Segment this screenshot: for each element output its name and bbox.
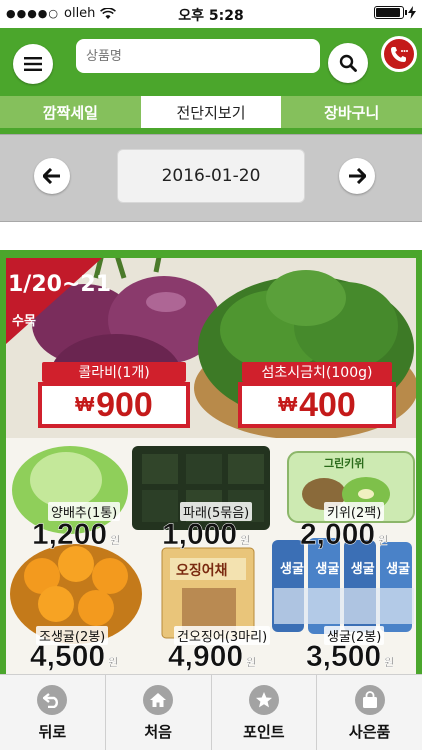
tab-flash-sale[interactable]: 깜짝세일 (0, 96, 141, 128)
oyster-label-2: 생굴 (315, 562, 340, 577)
call-button[interactable] (381, 36, 417, 72)
search-icon (339, 54, 357, 72)
product-price: 1,200 원 (32, 518, 121, 552)
phone-icon (391, 47, 408, 62)
nav-icon-circle (248, 685, 279, 715)
product-price: 3,500 원 (306, 640, 395, 674)
date-navigator: 2016-01-20 (0, 134, 422, 222)
product-price: 4,900 원 (168, 640, 257, 674)
arrow-left-icon (43, 168, 60, 184)
oyster-label-4: 생굴 (386, 562, 410, 577)
price-unit: 원 (384, 657, 395, 670)
next-date-button[interactable] (339, 158, 375, 194)
product-price: 2,000 원 (300, 518, 389, 552)
home-icon (150, 693, 167, 707)
battery-icon (374, 6, 407, 19)
tab-cart[interactable]: 장바구니 (281, 96, 422, 128)
tab-flyer[interactable]: 전단지보기 (140, 96, 282, 128)
price-value: 2,000 (300, 518, 376, 552)
status-bar: ●●●●○ olleh 오후 5:28 (0, 0, 422, 28)
nav-home-button[interactable]: 처음 (106, 675, 212, 750)
promo-date-range: 1/20~21 (8, 272, 112, 297)
price-unit: 원 (378, 535, 389, 548)
price-value: 3,500 (306, 640, 382, 674)
app-header (0, 28, 422, 92)
price-value: 1,200 (32, 518, 108, 552)
app-screen: ●●●●○ olleh 오후 5:28 상품명 깜짝세일 전단지보기 장바구니 … (0, 0, 422, 750)
kiwi-box-label: 그린키위 (324, 457, 365, 470)
price-value: 4,900 (168, 640, 244, 674)
won-sign: ₩ (75, 393, 95, 416)
battery-area (374, 6, 416, 19)
tab-bar: 깜짝세일 전단지보기 장바구니 (0, 92, 422, 134)
nav-icon-circle (37, 685, 68, 715)
nav-gift-button[interactable]: 사은품 (317, 675, 422, 750)
oyster-label-3: 생굴 (350, 562, 375, 577)
featured-item-name: 콜라비(1개) (42, 362, 186, 382)
clock: 오후 5:28 (178, 8, 244, 24)
menu-icon (24, 57, 42, 71)
flyer-image[interactable]: 1/20~21 수목 콜라비(1개) ₩ 900 섬초시금치(100g) ₩ 4… (0, 250, 422, 674)
star-icon (255, 692, 272, 708)
oyster-pack-label: 생굴 생굴 생굴 생굴 (280, 558, 410, 577)
search-button[interactable] (328, 43, 368, 83)
nav-back-button[interactable]: 뒤로 (0, 675, 106, 750)
bottom-nav: 뒤로 처음 포인트 사은품 (0, 674, 422, 750)
featured-item-name: 섬초시금치(100g) (242, 362, 392, 382)
nav-label: 포인트 (243, 723, 285, 741)
prev-date-button[interactable] (34, 158, 70, 194)
arrow-right-icon (349, 168, 366, 184)
won-sign: ₩ (278, 393, 298, 416)
nav-label: 사은품 (348, 723, 391, 741)
featured-item-price: ₩ 900 (38, 382, 190, 428)
featured-price-value: 900 (96, 385, 153, 424)
nav-icon-circle (143, 685, 174, 715)
shopping-bag-icon (362, 691, 377, 708)
menu-button[interactable] (13, 44, 53, 84)
nav-points-button[interactable]: 포인트 (212, 675, 318, 750)
charging-icon (408, 6, 416, 19)
nav-label: 처음 (144, 723, 172, 741)
price-unit: 원 (240, 535, 251, 548)
product-price: 4,500 원 (30, 640, 119, 674)
price-unit: 원 (246, 657, 257, 670)
price-unit: 원 (108, 657, 119, 670)
promo-days: 수목 (12, 314, 36, 329)
back-arrow-icon (43, 693, 59, 708)
nav-label: 뒤로 (38, 723, 67, 741)
flyer-content: 1/20~21 수목 콜라비(1개) ₩ 900 섬초시금치(100g) ₩ 4… (6, 258, 416, 674)
price-value: 4,500 (30, 640, 106, 674)
current-date[interactable]: 2016-01-20 (117, 149, 305, 203)
price-unit: 원 (110, 535, 121, 548)
squid-pack-label: 오징어채 (176, 563, 228, 579)
price-value: 1,000 (162, 518, 238, 552)
search-input[interactable] (76, 39, 320, 73)
product-price: 1,000 원 (162, 518, 251, 552)
featured-price-value: 400 (299, 385, 356, 424)
featured-item-price: ₩ 400 (238, 382, 396, 428)
oyster-label-1: 생굴 (280, 562, 304, 577)
nav-icon-circle (354, 685, 385, 715)
